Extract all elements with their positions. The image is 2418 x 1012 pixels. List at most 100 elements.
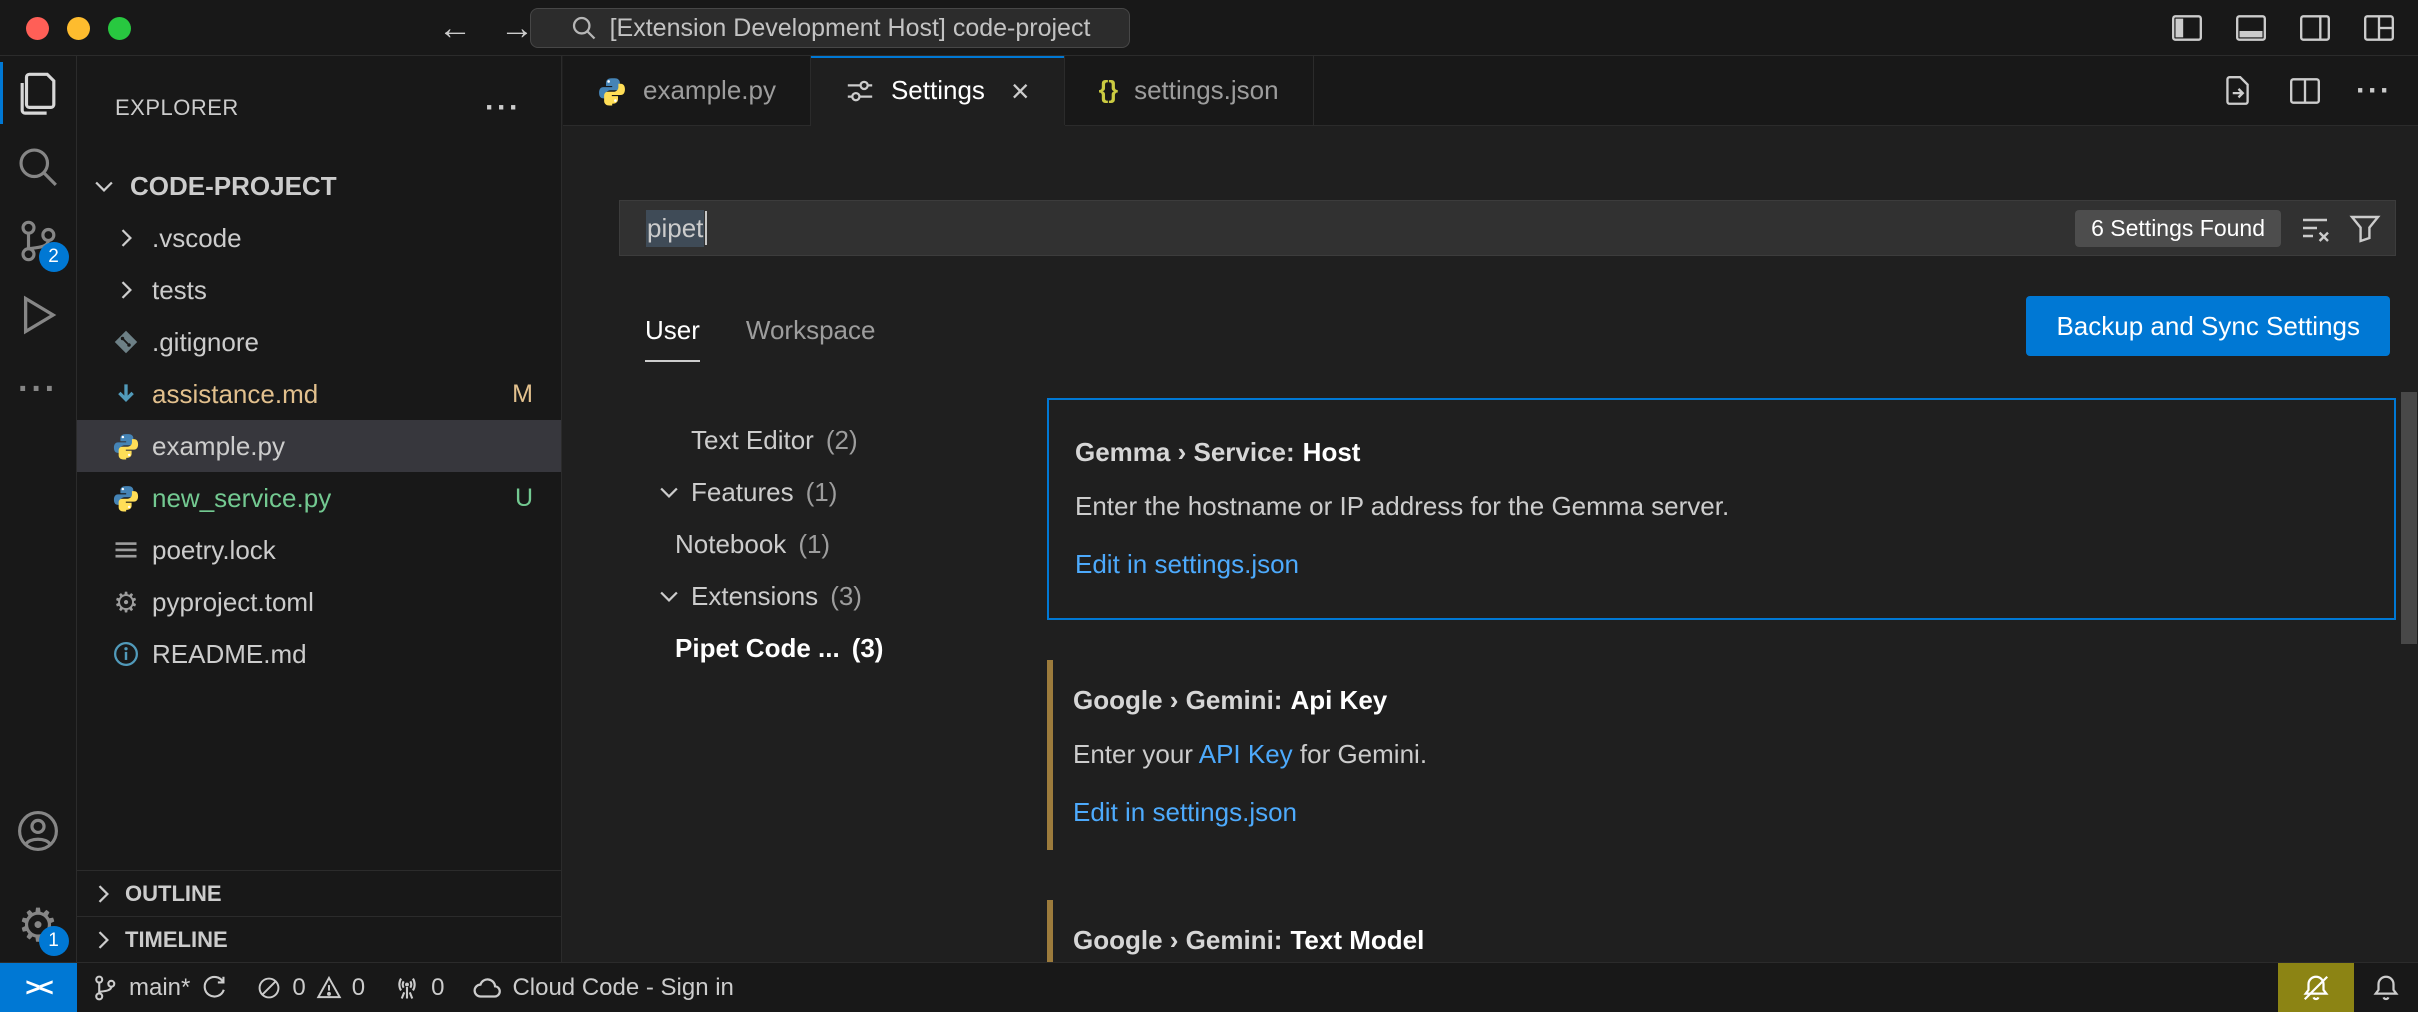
- cloud-code-status[interactable]: Cloud Code - Sign in: [458, 963, 747, 1012]
- explorer-more-actions-icon[interactable]: ···: [485, 91, 521, 125]
- explorer-title: EXPLORER: [115, 95, 239, 121]
- file-label: example.py: [152, 431, 285, 462]
- modified-indicator: [1047, 660, 1053, 850]
- file-new-service-py[interactable]: new_service.py U: [77, 472, 561, 524]
- setting-gemma-service-host[interactable]: ⚙ Gemma › Service:Host Enter the hostnam…: [1047, 398, 2396, 620]
- open-settings-json-icon[interactable]: [2220, 74, 2254, 108]
- sidebar-bottom-sections: OUTLINE TIMELINE: [77, 870, 561, 962]
- folder-code-project[interactable]: CODE-PROJECT: [77, 160, 561, 212]
- title-bar: ← → [Extension Development Host] code-pr…: [0, 0, 2418, 56]
- history-navigation: ← →: [438, 0, 534, 56]
- toggle-secondary-sidebar-icon[interactable]: [2298, 11, 2332, 45]
- go-back-button[interactable]: ←: [438, 11, 472, 45]
- ports-status[interactable]: 0: [379, 963, 458, 1012]
- settings-scrollbar[interactable]: [2401, 392, 2417, 644]
- file-gitignore[interactable]: .gitignore: [77, 316, 561, 368]
- file-readme-md[interactable]: README.md: [77, 628, 561, 680]
- toc-count: (1): [806, 477, 838, 508]
- section-timeline[interactable]: TIMELINE: [77, 916, 561, 962]
- filter-settings-icon[interactable]: [2349, 212, 2381, 244]
- split-editor-icon[interactable]: [2288, 74, 2322, 108]
- folder-tests[interactable]: tests: [77, 264, 561, 316]
- setting-google-gemini-text-model[interactable]: Google › Gemini:Text Model: [1047, 890, 2396, 962]
- toc-features[interactable]: Features (1): [619, 466, 1047, 518]
- file-pyproject-toml[interactable]: ⚙ pyproject.toml: [77, 576, 561, 628]
- text-cursor: [705, 211, 707, 245]
- tab-settings[interactable]: Settings ×: [811, 56, 1065, 125]
- activity-explorer[interactable]: [0, 56, 77, 130]
- close-window-button[interactable]: [26, 17, 49, 40]
- problems-status[interactable]: 0 0: [242, 963, 379, 1012]
- setting-label: Host: [1303, 437, 1361, 467]
- timeline-label: TIMELINE: [125, 927, 228, 953]
- activity-source-control[interactable]: 2: [0, 204, 77, 278]
- command-center[interactable]: [Extension Development Host] code-projec…: [530, 8, 1130, 48]
- editor-area: example.py Settings × {} settings.json: [563, 56, 2418, 962]
- outline-label: OUTLINE: [125, 881, 222, 907]
- activity-search[interactable]: [0, 130, 77, 204]
- toc-label: Notebook: [675, 529, 786, 560]
- tab-user-settings[interactable]: User: [645, 315, 700, 362]
- api-key-link[interactable]: API Key: [1199, 739, 1293, 769]
- file-tree: CODE-PROJECT .vscode tests .gitignore: [77, 160, 561, 680]
- toggle-primary-sidebar-icon[interactable]: [2170, 11, 2204, 45]
- file-label: .gitignore: [152, 327, 259, 358]
- setting-label: Text Model: [1290, 925, 1424, 955]
- edit-in-settings-json-link[interactable]: Edit in settings.json: [1073, 794, 1297, 830]
- errors-icon: [256, 975, 282, 1001]
- close-tab-icon[interactable]: ×: [1011, 75, 1030, 107]
- settings-list: ⚙ Gemma › Service:Host Enter the hostnam…: [1047, 398, 2396, 962]
- git-status-badge: U: [515, 484, 561, 513]
- do-not-disturb-status[interactable]: [2278, 963, 2354, 1012]
- file-label: new_service.py: [152, 483, 331, 514]
- toc-extensions[interactable]: Extensions (3): [619, 570, 1047, 622]
- folder-vscode[interactable]: .vscode: [77, 212, 561, 264]
- activity-additional-views[interactable]: ···: [0, 352, 77, 426]
- edit-in-settings-json-link[interactable]: Edit in settings.json: [1075, 546, 1299, 582]
- warnings-count: 0: [352, 974, 365, 1002]
- branch-status[interactable]: main*: [77, 963, 242, 1012]
- file-example-py[interactable]: example.py: [77, 420, 561, 472]
- tab-label: Settings: [891, 75, 985, 106]
- toggle-panel-icon[interactable]: [2234, 11, 2268, 45]
- settings-sliders-icon: [845, 76, 875, 106]
- bell-slash-icon: [2301, 973, 2331, 1003]
- command-center-title: [Extension Development Host] code-projec…: [610, 14, 1091, 43]
- files-icon: [15, 70, 61, 116]
- settings-search-input[interactable]: pipet 6 Settings Found: [619, 200, 2396, 256]
- tab-settings-json[interactable]: {} settings.json: [1065, 56, 1314, 125]
- explorer-header: EXPLORER ···: [77, 56, 561, 160]
- customize-layout-icon[interactable]: [2362, 11, 2396, 45]
- file-poetry-lock[interactable]: poetry.lock: [77, 524, 561, 576]
- clear-settings-search-icon[interactable]: [2299, 212, 2331, 244]
- setting-title: Google › Gemini:Text Model: [1073, 920, 2370, 960]
- activity-settings[interactable]: ⚙ 1: [0, 888, 77, 962]
- setting-category: Gemma › Service:: [1075, 437, 1295, 467]
- python-file-icon: [109, 432, 143, 460]
- search-icon: [15, 144, 61, 190]
- activity-run-debug[interactable]: [0, 278, 77, 352]
- chevron-right-icon: [89, 926, 117, 954]
- notifications-bell[interactable]: [2354, 963, 2418, 1012]
- minimize-window-button[interactable]: [67, 17, 90, 40]
- go-forward-button[interactable]: →: [500, 11, 534, 45]
- remote-indicator[interactable]: ><: [0, 963, 77, 1012]
- sync-icon: [200, 974, 228, 1002]
- activity-accounts[interactable]: [0, 794, 77, 868]
- python-file-icon: [597, 76, 627, 106]
- file-label: poetry.lock: [152, 535, 276, 566]
- tab-workspace-settings[interactable]: Workspace: [746, 315, 876, 362]
- toc-text-editor[interactable]: Text Editor (2): [619, 414, 1047, 466]
- more-editor-actions-icon[interactable]: ···: [2356, 76, 2392, 106]
- section-outline[interactable]: OUTLINE: [77, 870, 561, 916]
- toc-pipet-code[interactable]: Pipet Code ... (3): [619, 622, 1047, 674]
- settings-found-badge: 6 Settings Found: [2075, 210, 2281, 247]
- git-status-badge: M: [512, 380, 561, 409]
- tab-example-py[interactable]: example.py: [563, 56, 811, 125]
- file-assistance-md[interactable]: assistance.md M: [77, 368, 561, 420]
- settings-toc: Text Editor (2) Features (1) Notebook (1…: [619, 414, 1047, 674]
- zoom-window-button[interactable]: [108, 17, 131, 40]
- setting-google-gemini-api-key[interactable]: Google › Gemini:Api Key Enter your API K…: [1047, 650, 2396, 860]
- backup-sync-settings-button[interactable]: Backup and Sync Settings: [2026, 296, 2390, 356]
- toc-notebook[interactable]: Notebook (1): [619, 518, 1047, 570]
